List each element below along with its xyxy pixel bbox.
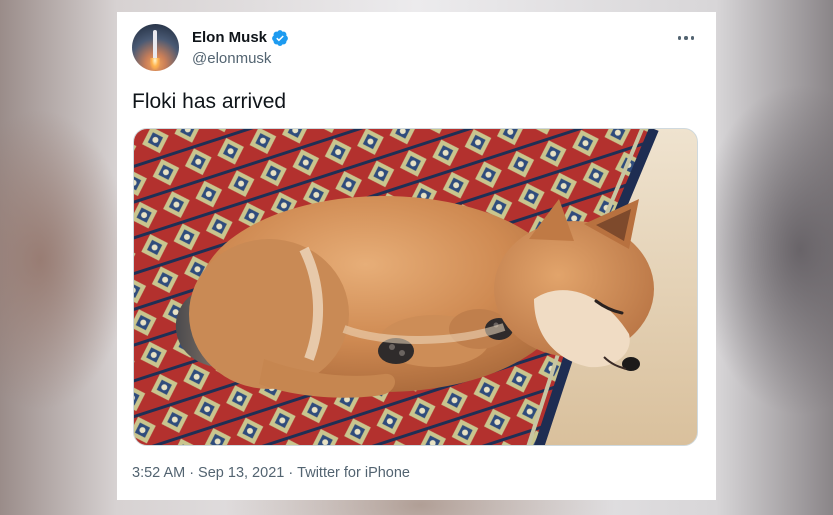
verified-badge-icon	[272, 29, 288, 46]
more-dot	[677, 36, 682, 40]
tweet-date[interactable]: Sep 13, 2021	[198, 465, 284, 481]
tweet-text: Floki has arrived	[132, 90, 287, 113]
meta-separator: ·	[189, 465, 195, 481]
more-horizontal-icon[interactable]	[674, 28, 698, 48]
tweet-client-link[interactable]: Twitter for iPhone	[297, 465, 410, 481]
tweet-card: Elon Musk @elonmusk Floki has arrived 3:…	[117, 12, 716, 500]
more-dot	[690, 36, 695, 40]
shiba-puppy-photo	[134, 129, 697, 445]
author-display-name[interactable]: Elon Musk	[192, 28, 267, 47]
rocket-flame	[150, 58, 160, 70]
tweet-metadata: 3:52 AM · Sep 13, 2021 · Twitter for iPhone	[132, 464, 410, 483]
meta-separator: ·	[288, 465, 294, 481]
author-handle[interactable]: @elonmusk	[192, 49, 271, 68]
author-name-row: Elon Musk	[192, 28, 289, 47]
more-dot	[684, 36, 688, 40]
rocket-icon	[153, 30, 157, 60]
tweet-photo[interactable]	[133, 128, 698, 446]
avatar[interactable]	[132, 24, 179, 71]
tweet-time[interactable]: 3:52 AM	[132, 465, 185, 481]
